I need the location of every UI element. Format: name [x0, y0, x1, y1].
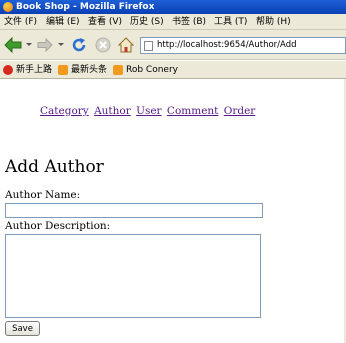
window-title: Book Shop - Mozilla Firefox	[16, 2, 155, 12]
navigation-toolbar: http://localhost:9654/Author/Add	[0, 30, 346, 60]
menu-help[interactable]: 帮助 (H)	[256, 14, 291, 30]
menu-history[interactable]: 历史 (S)	[130, 14, 164, 30]
firefox-app-icon	[3, 2, 13, 12]
save-button[interactable]: Save	[5, 321, 40, 336]
bookmark-rob-conery[interactable]: Rob Conery	[113, 61, 178, 79]
bookmark-label: 最新头条	[71, 65, 108, 75]
site-nav: Category Author User Comment Order	[40, 105, 257, 117]
reload-icon[interactable]	[70, 36, 88, 54]
author-description-input[interactable]	[5, 234, 261, 318]
bookmark-getting-started[interactable]: 新手上路	[3, 61, 52, 79]
stop-icon[interactable]	[94, 36, 112, 54]
author-name-label: Author Name:	[5, 189, 81, 201]
rss-feed-icon	[113, 65, 123, 75]
page-icon	[144, 41, 153, 51]
menu-tools[interactable]: 工具 (T)	[214, 14, 247, 30]
menu-bookmarks[interactable]: 书签 (B)	[172, 14, 206, 30]
menu-file[interactable]: 文件 (F)	[4, 14, 37, 30]
forward-history-dropdown-icon[interactable]	[58, 43, 64, 46]
back-icon[interactable]	[3, 36, 23, 54]
back-history-dropdown-icon[interactable]	[26, 43, 32, 46]
firefox-start-icon	[3, 65, 13, 75]
menu-bar: 文件 (F) 编辑 (E) 查看 (V) 历史 (S) 书签 (B) 工具 (T…	[0, 14, 346, 30]
nav-link-author[interactable]: Author	[94, 105, 131, 117]
bookmarks-toolbar: 新手上路 最新头条 Rob Conery	[0, 61, 346, 79]
home-icon[interactable]	[117, 36, 135, 54]
forward-icon[interactable]	[36, 36, 54, 54]
author-name-input[interactable]	[5, 203, 263, 218]
nav-link-order[interactable]: Order	[224, 105, 256, 117]
nav-link-category[interactable]: Category	[40, 105, 89, 117]
bookmark-latest-headlines[interactable]: 最新头条	[58, 61, 107, 79]
page-title: Add Author	[5, 157, 104, 177]
nav-link-comment[interactable]: Comment	[167, 105, 218, 117]
rss-feed-icon	[58, 65, 68, 75]
bookmark-label: Rob Conery	[126, 65, 178, 75]
author-description-label: Author Description:	[5, 220, 111, 232]
menu-edit[interactable]: 编辑 (E)	[46, 14, 80, 30]
window-title-bar: Book Shop - Mozilla Firefox	[0, 0, 346, 14]
page-content: Category Author User Comment Order Add A…	[0, 79, 346, 343]
bookmark-label: 新手上路	[16, 65, 53, 75]
nav-link-user[interactable]: User	[136, 105, 161, 117]
address-bar[interactable]: http://localhost:9654/Author/Add	[140, 37, 346, 54]
menu-view[interactable]: 查看 (V)	[88, 14, 122, 30]
address-url: http://localhost:9654/Author/Add	[157, 40, 297, 50]
